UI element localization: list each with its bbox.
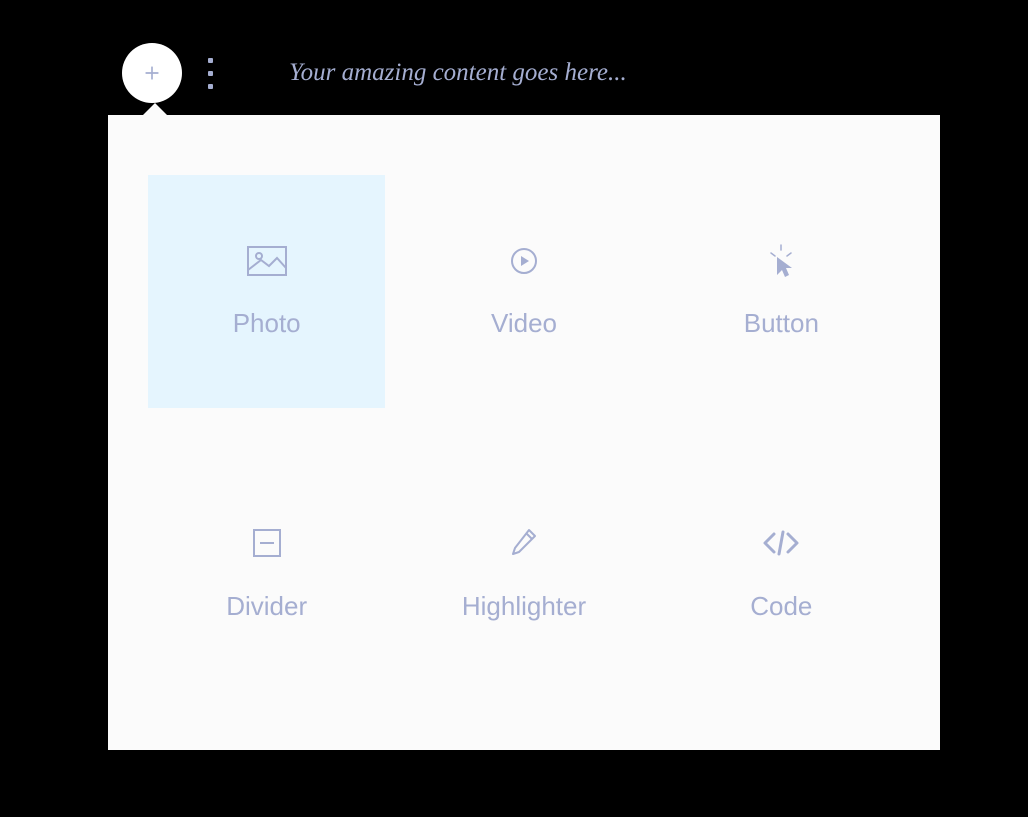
option-video[interactable]: Video — [405, 175, 642, 408]
divider-icon — [252, 526, 282, 561]
content-placeholder[interactable]: Your amazing content goes here... — [289, 59, 627, 87]
add-content-button[interactable] — [122, 43, 182, 103]
video-icon — [510, 243, 538, 278]
cursor-click-icon — [765, 243, 797, 278]
option-label: Button — [744, 308, 819, 339]
photo-icon — [247, 243, 287, 278]
drag-dot — [208, 71, 213, 76]
content-type-dropdown: Photo Video Button — [108, 115, 940, 750]
option-label: Video — [491, 308, 557, 339]
drag-dot — [208, 58, 213, 63]
plus-icon — [142, 63, 162, 83]
option-label: Highlighter — [462, 591, 586, 622]
option-label: Photo — [233, 308, 301, 339]
drag-handle[interactable] — [202, 46, 219, 101]
option-divider[interactable]: Divider — [148, 458, 385, 691]
drag-dot — [208, 84, 213, 89]
code-icon — [761, 526, 801, 561]
option-button[interactable]: Button — [663, 175, 900, 408]
option-highlighter[interactable]: Highlighter — [405, 458, 642, 691]
option-code[interactable]: Code — [663, 458, 900, 691]
option-label: Divider — [226, 591, 307, 622]
option-label: Code — [750, 591, 812, 622]
highlighter-icon — [509, 526, 539, 561]
dropdown-arrow — [143, 103, 167, 115]
option-photo[interactable]: Photo — [148, 175, 385, 408]
